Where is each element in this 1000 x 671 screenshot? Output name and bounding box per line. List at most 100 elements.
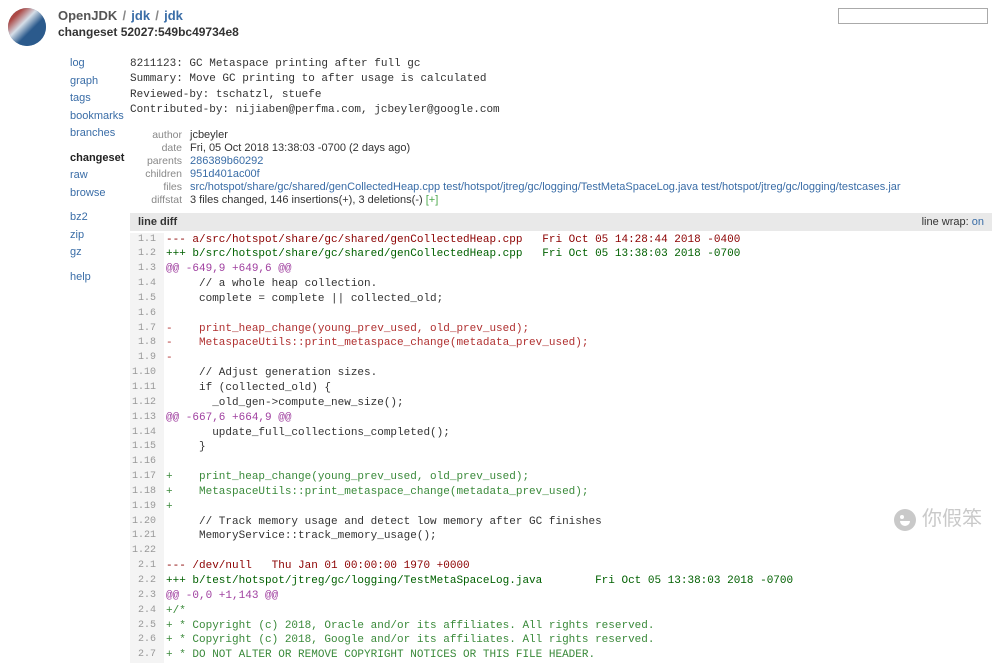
changeset-id: changeset 52027:549bc49734e8 [58,25,239,39]
diff-line: if (collected_old) { [164,381,992,396]
meta-parents-label: parents [130,155,190,168]
changeset-metadata: author jcbeyler date Fri, 05 Oct 2018 13… [130,129,901,207]
diff-lineno[interactable]: 1.1 [130,233,164,248]
diff-line: @@ -667,6 +664,9 @@ [164,411,992,426]
diff-lineno[interactable]: 1.16 [130,455,164,470]
diff-line: update_full_collections_completed(); [164,426,992,441]
diff-line: --- /dev/null Thu Jan 01 00:00:00 1970 +… [164,559,992,574]
file-link[interactable]: test/hotspot/jtreg/gc/logging/testcases.… [701,181,900,193]
sidebar-nav: loggraphtagsbookmarksbranches changesetra… [70,49,130,663]
diff-lineno[interactable]: 1.10 [130,366,164,381]
diff-line: + MetaspaceUtils::print_metaspace_change… [164,485,992,500]
diff-lineno[interactable]: 1.19 [130,500,164,515]
diff-line: - [164,351,992,366]
diff-lineno[interactable]: 1.13 [130,411,164,426]
diff-lineno[interactable]: 1.2 [130,247,164,262]
diff-lineno[interactable]: 1.21 [130,529,164,544]
diff-lineno[interactable]: 1.3 [130,262,164,277]
diff-lineno[interactable]: 1.15 [130,440,164,455]
diffstat-text: 3 files changed, 146 insertions(+), 3 de… [190,194,426,206]
diff-line: // Adjust generation sizes. [164,366,992,381]
diff-line: +++ b/src/hotspot/share/gc/shared/genCol… [164,247,992,262]
commit-message: 8211123: GC Metaspace printing after ful… [130,57,992,119]
project-name: OpenJDK [58,8,117,23]
subrepo-link[interactable]: jdk [164,8,183,23]
diff-lineno[interactable]: 2.4 [130,604,164,619]
nav-graph[interactable]: graph [70,73,130,90]
diff-lineno[interactable]: 1.9 [130,351,164,366]
meta-author: jcbeyler [190,129,901,142]
diff-lineno[interactable]: 1.17 [130,470,164,485]
parent-link[interactable]: 286389b60292 [190,155,263,167]
diff-lineno[interactable]: 1.5 [130,292,164,307]
diff-lineno[interactable]: 1.11 [130,381,164,396]
diff-lineno[interactable]: 1.7 [130,322,164,337]
child-link[interactable]: 951d401ac00f [190,168,260,180]
line-wrap-label: line wrap: [922,216,969,228]
diff-lineno[interactable]: 1.14 [130,426,164,441]
search-input[interactable] [838,8,988,24]
diff-line: +/* [164,604,992,619]
diff-line: + print_heap_change(young_prev_used, old… [164,470,992,485]
diff-lineno[interactable]: 1.6 [130,307,164,322]
diff-line: --- a/src/hotspot/share/gc/shared/genCol… [164,233,992,248]
diff-lineno[interactable]: 1.18 [130,485,164,500]
diff-line: MemoryService::track_memory_usage(); [164,529,992,544]
diff-line [164,455,992,470]
diff-lineno[interactable]: 2.6 [130,633,164,648]
diff-line [164,307,992,322]
line-wrap-toggle[interactable]: on [972,216,984,228]
file-link[interactable]: test/hotspot/jtreg/gc/logging/TestMetaSp… [443,181,698,193]
nav-branches[interactable]: branches [70,125,130,142]
meta-date: Fri, 05 Oct 2018 13:38:03 -0700 (2 days … [190,142,901,155]
diff-line: _old_gen->compute_new_size(); [164,396,992,411]
breadcrumb: OpenJDK / jdk / jdk [58,8,239,23]
nav-changeset[interactable]: changeset [70,150,130,167]
nav-help[interactable]: help [70,269,130,286]
diff-line: @@ -649,9 +649,6 @@ [164,262,992,277]
diff-view: 1.1--- a/src/hotspot/share/gc/shared/gen… [130,233,992,663]
diff-lineno[interactable]: 2.5 [130,619,164,634]
diff-lineno[interactable]: 2.7 [130,648,164,663]
nav-bookmarks[interactable]: bookmarks [70,108,130,125]
diff-lineno[interactable]: 2.2 [130,574,164,589]
meta-children-label: children [130,168,190,181]
diff-line: - MetaspaceUtils::print_metaspace_change… [164,336,992,351]
meta-date-label: date [130,142,190,155]
nav-browse[interactable]: browse [70,185,130,202]
diff-lineno[interactable]: 1.20 [130,515,164,530]
diff-line: - print_heap_change(young_prev_used, old… [164,322,992,337]
diffstat-expand-link[interactable]: [+] [426,194,439,206]
diff-header-bar: line diff line wrap: on [130,213,992,231]
nav-tags[interactable]: tags [70,90,130,107]
diff-line: + * DO NOT ALTER OR REMOVE COPYRIGHT NOT… [164,648,992,663]
diff-lineno[interactable]: 1.4 [130,277,164,292]
nav-zip[interactable]: zip [70,227,130,244]
diff-line: complete = complete || collected_old; [164,292,992,307]
diff-line: + * Copyright (c) 2018, Oracle and/or it… [164,619,992,634]
nav-gz[interactable]: gz [70,244,130,261]
diff-lineno[interactable]: 1.22 [130,544,164,559]
diff-line: // a whole heap collection. [164,277,992,292]
meta-files-label: files [130,181,190,194]
nav-bz2[interactable]: bz2 [70,209,130,226]
diff-header-left: line diff [138,216,177,228]
meta-author-label: author [130,129,190,142]
nav-raw[interactable]: raw [70,167,130,184]
diff-line: + * Copyright (c) 2018, Google and/or it… [164,633,992,648]
diff-lineno[interactable]: 2.1 [130,559,164,574]
diff-lineno[interactable]: 2.3 [130,589,164,604]
diff-line: // Track memory usage and detect low mem… [164,515,992,530]
project-logo [8,8,46,46]
diff-line: +++ b/test/hotspot/jtreg/gc/logging/Test… [164,574,992,589]
diff-lineno[interactable]: 1.12 [130,396,164,411]
nav-log[interactable]: log [70,55,130,72]
file-link[interactable]: src/hotspot/share/gc/shared/genCollected… [190,181,440,193]
diff-line: @@ -0,0 +1,143 @@ [164,589,992,604]
diff-lineno[interactable]: 1.8 [130,336,164,351]
meta-diffstat-label: diffstat [130,194,190,207]
diff-line [164,544,992,559]
diff-line: + [164,500,992,515]
diff-line: } [164,440,992,455]
repo-link[interactable]: jdk [131,8,150,23]
